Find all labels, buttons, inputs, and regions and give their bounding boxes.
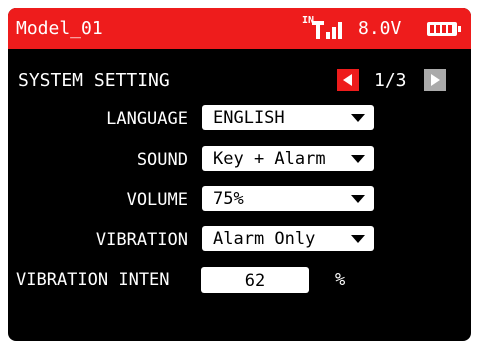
arrow-right-icon[interactable] <box>424 69 446 91</box>
language-value: ENGLISH <box>213 108 285 128</box>
page-indicator: 1/3 <box>374 70 407 91</box>
model-name: Model_01 <box>16 18 103 39</box>
signal-bars-icon: IN <box>302 15 350 43</box>
sound-value: Key + Alarm <box>213 149 326 169</box>
volume-label: VOLUME <box>126 190 188 210</box>
vibration-dropdown[interactable]: Alarm Only <box>202 226 374 251</box>
arrow-left-icon[interactable] <box>337 69 359 91</box>
battery-full-icon <box>427 22 461 36</box>
transmitter-screen: Model_01 IN 8.0V SYSTEM SETTING 1/3 LANG… <box>8 8 471 341</box>
sound-label: SOUND <box>136 150 188 170</box>
sound-dropdown[interactable]: Key + Alarm <box>202 146 374 171</box>
percent-unit: % <box>335 270 346 290</box>
volume-value: 75% <box>213 189 244 209</box>
status-bar: Model_01 IN 8.0V <box>8 8 471 49</box>
page-title: SYSTEM SETTING <box>18 70 170 91</box>
language-dropdown[interactable]: ENGLISH <box>202 105 374 130</box>
chevron-down-icon <box>351 114 365 122</box>
volume-dropdown[interactable]: 75% <box>202 186 374 211</box>
vibration-intensity-value: 62 <box>244 271 266 291</box>
vibration-value: Alarm Only <box>213 229 316 249</box>
chevron-down-icon <box>351 195 365 203</box>
battery-voltage: 8.0V <box>358 18 402 39</box>
vibration-intensity-field[interactable]: 62 <box>201 267 309 293</box>
vibration-intensity-label: VIBRATION INTEN <box>16 270 170 290</box>
vibration-label: VIBRATION <box>95 230 188 250</box>
language-label: LANGUAGE <box>106 109 188 129</box>
chevron-down-icon <box>351 155 365 163</box>
chevron-down-icon <box>351 235 365 243</box>
